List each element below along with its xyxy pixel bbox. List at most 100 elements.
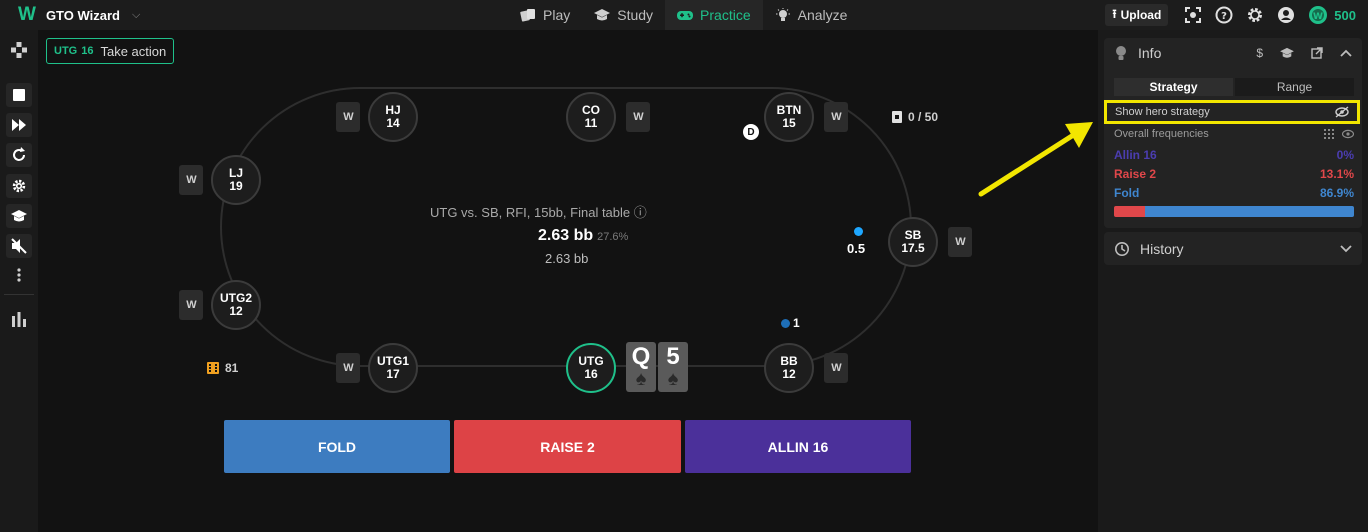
seat-co[interactable]: CO 11	[566, 92, 616, 142]
seat-btn[interactable]: BTN 15	[764, 92, 814, 142]
nav-study-label: Study	[617, 7, 654, 23]
card-back-label: W	[186, 299, 196, 311]
eye-icon[interactable]	[1342, 129, 1354, 139]
card-back-label: W	[343, 362, 353, 374]
logo-icon: W	[18, 4, 36, 25]
pot-value: 2.63 bb	[538, 227, 594, 244]
restart-icon	[13, 147, 25, 161]
raise-button[interactable]: RAISE 2	[454, 420, 681, 473]
chevron-up-icon[interactable]	[1340, 49, 1352, 57]
hero-card-2: 5 ♠	[658, 342, 688, 392]
card-back-label: W	[186, 174, 196, 186]
pot-subtext: 2.63 bb	[545, 251, 589, 266]
settings-gear-icon[interactable]	[1246, 6, 1264, 24]
external-link-icon[interactable]	[1311, 47, 1323, 59]
seat-utg2[interactable]: UTG2 12	[211, 280, 261, 330]
card-back-label: W	[343, 111, 353, 123]
strategy-range-tabs: Strategy Range	[1114, 78, 1354, 96]
nav-analyze[interactable]: Analyze	[763, 0, 860, 30]
seat-stack: 11	[584, 116, 598, 130]
seat-utg1[interactable]: UTG1 17	[368, 343, 418, 393]
upload-button[interactable]: ⭱ Upload	[1105, 4, 1169, 26]
svg-text:W: W	[1313, 12, 1323, 22]
app-name: GTO Wizard	[45, 7, 120, 23]
seat-utg-hero[interactable]: UTG 16	[566, 343, 616, 393]
show-hero-strategy-toggle[interactable]: Show hero strategy	[1104, 100, 1360, 124]
info-header[interactable]: Info $	[1104, 38, 1362, 68]
take-action-badge: UTG 16 Take action	[46, 38, 175, 64]
tab-range[interactable]: Range	[1235, 78, 1354, 96]
coins-balance[interactable]: W 500	[1308, 5, 1356, 25]
overall-frequencies-header: Overall frequencies	[1114, 128, 1354, 140]
sb-chip-icon	[854, 227, 863, 236]
annotation-arrow	[978, 122, 1093, 197]
badge-position: UTG	[54, 45, 78, 57]
chevron-down-icon	[1340, 244, 1352, 252]
freq-allin: Allin 16 0%	[1114, 148, 1354, 162]
account-icon[interactable]	[1277, 6, 1295, 24]
seat-stack: 12	[229, 304, 243, 318]
nav-practice-label: Practice	[700, 7, 751, 23]
seat-bb[interactable]: BB 12	[764, 343, 814, 393]
seat-hj[interactable]: HJ 14	[368, 92, 418, 142]
gamepad-dpad-icon[interactable]	[6, 38, 32, 62]
more-options-icon[interactable]	[6, 263, 32, 287]
study-button[interactable]	[6, 204, 32, 228]
left-sidebar	[0, 30, 38, 532]
hand-counter-value: 0 / 50	[908, 110, 939, 124]
frequency-bar-raise	[1114, 206, 1146, 217]
nav-play[interactable]: Play	[508, 0, 582, 30]
grid-icon[interactable]	[1324, 129, 1334, 139]
freq-fold: Fold 86.9%	[1114, 186, 1354, 200]
seat-stack: 17	[386, 367, 400, 381]
lightbulb-icon	[1116, 46, 1126, 60]
seat-sb[interactable]: SB 17.5	[888, 217, 938, 267]
card-rank: Q	[631, 343, 651, 370]
hero-card-1: Q ♠	[626, 342, 656, 392]
svg-text:?: ?	[1221, 11, 1227, 22]
tournament-counter-value: 81	[225, 361, 239, 375]
freq-value: 13.1%	[1319, 167, 1354, 181]
pot-size: 2.63 bb 27.6%	[538, 227, 690, 245]
brand[interactable]: W GTO Wizard ⌵	[18, 4, 140, 25]
tab-strategy[interactable]: Strategy	[1114, 78, 1233, 96]
fold-button[interactable]: FOLD	[224, 420, 450, 473]
stats-chart-icon[interactable]	[6, 307, 32, 331]
coin-icon: W	[1309, 6, 1328, 24]
history-section[interactable]: History	[1104, 232, 1362, 265]
utg2-cards: W	[179, 290, 203, 320]
graduation-cap-icon[interactable]	[1280, 47, 1294, 59]
allin-button[interactable]: ALLIN 16	[685, 420, 911, 473]
eye-off-icon	[1335, 106, 1349, 118]
card-icon	[892, 111, 902, 123]
freq-label: Allin 16	[1114, 148, 1157, 162]
seat-stack: 14	[386, 116, 400, 130]
nav-practice[interactable]: Practice	[665, 0, 763, 30]
upload-icon: ⭱	[1112, 6, 1117, 21]
hj-cards: W	[336, 102, 360, 132]
seat-lj[interactable]: LJ 19	[211, 155, 261, 205]
dollar-icon[interactable]: $	[1256, 46, 1263, 60]
utg1-cards: W	[336, 353, 360, 383]
frequency-bar-fold	[1145, 206, 1354, 217]
freq-label: Raise 2	[1114, 167, 1157, 181]
badge-text: Take action	[100, 43, 167, 59]
mute-button[interactable]	[6, 234, 32, 258]
dealer-button: D	[743, 124, 759, 140]
seat-stack: 17.5	[901, 241, 925, 255]
info-header-icons: $	[1256, 46, 1352, 60]
card-back-label: W	[831, 111, 841, 123]
fast-forward-button[interactable]	[6, 113, 32, 137]
info-card: Info $ Strategy Range Show hero strategy…	[1104, 38, 1362, 228]
nav-study[interactable]: Study	[582, 0, 665, 30]
pot-percent: 27.6%	[597, 231, 629, 243]
help-icon[interactable]: ?	[1215, 6, 1233, 24]
stop-button[interactable]	[6, 83, 32, 107]
header-tools: ⭱ Upload ? W 500	[1105, 0, 1368, 30]
fast-forward-icon	[12, 119, 26, 131]
restart-button[interactable]	[6, 143, 32, 167]
show-hero-label: Show hero strategy	[1115, 106, 1210, 118]
sb-bet: 0.5	[847, 241, 866, 256]
screenshot-icon[interactable]	[1184, 6, 1202, 24]
settings-button[interactable]	[6, 174, 32, 198]
